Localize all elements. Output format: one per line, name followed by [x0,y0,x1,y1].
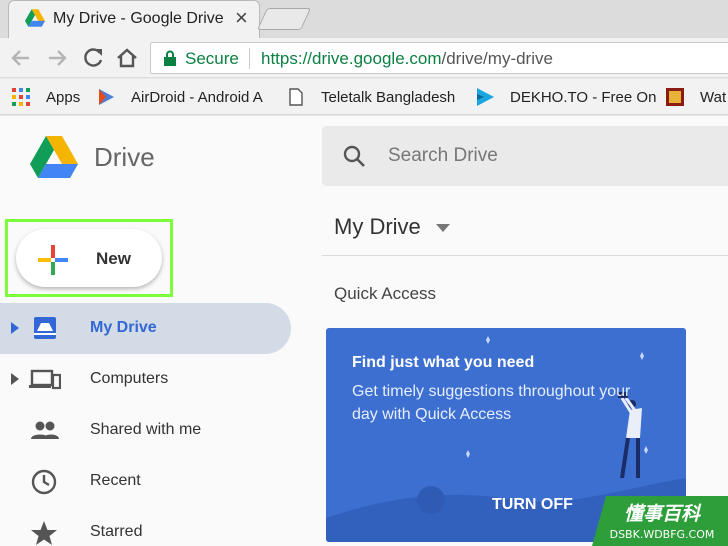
back-arrow-icon[interactable] [8,45,34,71]
sidebar-nav: My Drive Computers Shared with me Recent [0,303,300,546]
secure-label: Secure [185,49,239,68]
sidebar-item-starred[interactable]: Starred [0,507,300,546]
quick-access-heading: Quick Access [334,284,437,303]
chevron-down-icon[interactable] [436,224,450,232]
google-drive-favicon-icon [25,9,45,27]
site-watermark-logo: 懂事百科 DSBK.WDBFG.COM [592,496,728,546]
lock-icon [164,50,176,66]
computers-icon [29,369,61,390]
sidebar-item-recent[interactable]: Recent [0,456,300,507]
sidebar-item-label: My Drive [90,319,157,336]
search-icon[interactable] [342,144,366,168]
search-placeholder: Search Drive [388,145,498,166]
page-icon [289,88,303,106]
home-icon[interactable] [114,45,140,71]
my-drive-icon [34,317,56,339]
url-host: https://drive.google.com [261,49,442,68]
new-tab-button[interactable] [256,8,312,30]
url-text: https://drive.google.com/drive/my-drive [261,49,553,69]
page-title[interactable]: My Drive [334,214,421,240]
new-button[interactable]: New [16,229,162,287]
browser-tab-active[interactable]: My Drive - Google Drive × [8,0,260,38]
sidebar-item-my-drive[interactable]: My Drive [0,303,291,354]
expand-caret-icon[interactable] [11,373,19,385]
drive-app: Drive Search Drive New My Drive Computer… [0,116,728,546]
sidebar-item-label: Recent [90,472,141,489]
reload-icon[interactable] [80,45,106,71]
forward-arrow-icon[interactable] [44,45,70,71]
address-bar[interactable]: Secure https://drive.google.com/drive/my… [150,42,728,74]
bookmark-label: Teletalk Bangladesh [321,89,456,106]
dekho-icon [477,88,494,106]
sidebar-item-computers[interactable]: Computers [0,354,300,405]
search-input[interactable]: Search Drive [322,126,728,186]
quick-access-card-body: Get timely suggestions throughout your d… [352,383,631,423]
url-path: /drive/my-drive [441,49,553,68]
sidebar-item-label: Computers [90,370,169,387]
bookmark-label: DEKHO.TO - Free On [510,89,657,106]
sidebar-item-label: Shared with me [90,421,202,438]
shared-people-icon [31,421,59,439]
tab-title: My Drive - Google Drive [53,10,224,27]
film-icon [666,88,684,106]
star-icon [31,521,57,545]
bookmark-label: Apps [46,89,81,106]
expand-caret-icon[interactable] [11,322,19,334]
svg-text:DSBK.WDBFG.COM: DSBK.WDBFG.COM [610,528,715,541]
tab-close-icon[interactable]: × [235,7,248,29]
new-button-highlight: New [5,219,173,297]
google-drive-logo-icon[interactable] [30,136,78,178]
omnibox-divider [249,48,250,69]
new-button-label: New [96,249,131,268]
browser-tab-strip: My Drive - Google Drive × [0,0,728,38]
bookmarks-bar: Apps AirDroid - Android A Teletalk Bangl… [0,79,728,115]
sidebar-item-label: Starred [90,523,143,540]
turn-off-button[interactable]: TURN OFF [492,496,573,514]
quick-access-card-heading: Find just what you need [352,354,535,371]
airdroid-icon [99,89,114,105]
sidebar-item-shared-with-me[interactable]: Shared with me [0,405,300,456]
drive-wordmark: Drive [94,142,155,172]
browser-toolbar: Secure https://drive.google.com/drive/my… [0,38,728,78]
divider [322,255,728,256]
clock-icon [31,469,57,495]
apps-grid-icon [12,88,30,106]
bookmark-label: AirDroid - Android A [131,89,263,106]
svg-text:懂事百科: 懂事百科 [624,503,702,525]
bookmark-label: Wat [700,89,727,106]
plus-icon [38,245,68,275]
